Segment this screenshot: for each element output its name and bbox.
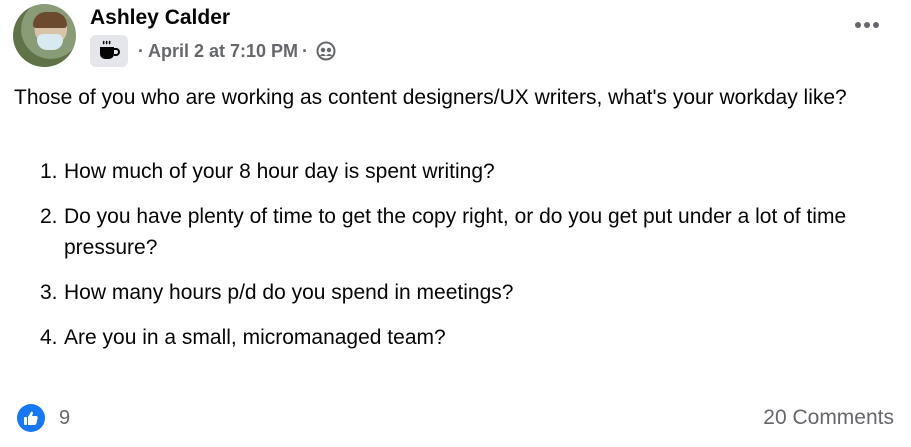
like-icon[interactable] (17, 404, 45, 432)
list-text: How many hours p/d do you spend in meeti… (64, 281, 514, 304)
like-count: 9 (59, 406, 71, 429)
question-list: 1. How much of your 8 hour day is spent … (40, 156, 890, 367)
list-item: 4. Are you in a small, micromanaged team… (40, 322, 890, 353)
list-number: 3. (40, 281, 58, 304)
author-avatar[interactable] (13, 4, 76, 67)
more-dot (873, 22, 879, 28)
avatar-mask (37, 34, 63, 50)
post-meta: · April 2 at 7:10 PM · (90, 35, 336, 67)
list-item: 2. Do you have plenty of time to get the… (40, 201, 890, 263)
more-dot (855, 22, 861, 28)
list-item: 3. How many hours p/d do you spend in me… (40, 277, 890, 308)
comments-link[interactable]: 20 Comments (763, 406, 894, 430)
list-text: How much of your 8 hour day is spent wri… (64, 160, 495, 183)
meta-separator-2: · (302, 40, 309, 61)
reactions-summary[interactable]: 9 (17, 404, 70, 432)
list-number: 1. (40, 160, 58, 183)
list-number: 2. (40, 205, 58, 228)
author-name[interactable]: Ashley Calder (90, 6, 230, 30)
avatar-hair (33, 12, 67, 28)
list-text: Do you have plenty of time to get the co… (64, 205, 847, 259)
friends-icon[interactable] (316, 41, 336, 61)
list-item: 1. How much of your 8 hour day is spent … (40, 156, 890, 187)
post-timestamp[interactable]: April 2 at 7:10 PM (148, 41, 298, 62)
more-dot (864, 22, 870, 28)
post-body: Those of you who are working as content … (14, 86, 847, 109)
list-text: Are you in a small, micromanaged team? (64, 326, 446, 349)
more-options-icon[interactable] (855, 22, 879, 28)
coffee-cup-icon[interactable] (90, 35, 128, 67)
meta-separator: · (138, 40, 144, 61)
list-number: 4. (40, 326, 58, 349)
